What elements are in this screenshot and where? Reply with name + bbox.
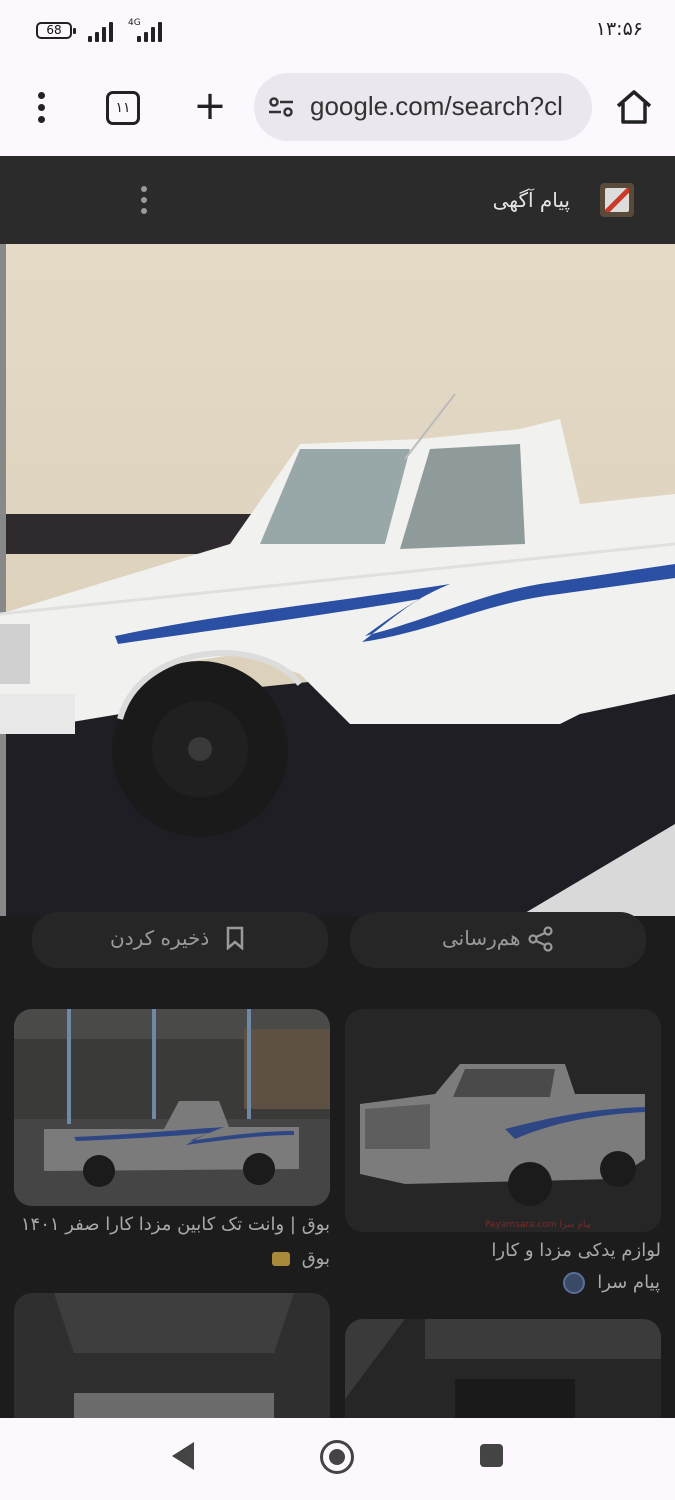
source-favicon-icon (271, 1252, 290, 1266)
result-thumbnail[interactable]: Payamsara.com پیام سرا (345, 1009, 661, 1232)
result-source[interactable]: پیام سرا (563, 1272, 660, 1294)
save-button[interactable]: ذخیره کردن (32, 912, 328, 968)
share-button[interactable]: هم‌رسانی (350, 912, 646, 968)
home-icon[interactable] (614, 87, 654, 127)
more-options-icon[interactable] (138, 186, 150, 219)
result-source-label: پیام سرا (597, 1272, 660, 1293)
result-2-image: Payamsara.com پیام سرا (345, 1009, 661, 1232)
result-thumbnail[interactable] (14, 1293, 330, 1433)
truck-photo (0, 244, 675, 916)
svg-text:Payamsara.com پیام سرا: Payamsara.com پیام سرا (485, 1220, 591, 1230)
url-text[interactable]: google.com/search?cl (310, 91, 563, 122)
globe-icon (563, 1272, 586, 1294)
back-icon[interactable] (172, 1442, 194, 1470)
result-1-image (14, 1009, 330, 1206)
save-label: ذخیره کردن (110, 926, 210, 950)
address-bar[interactable]: google.com/search?cl (254, 73, 592, 141)
share-label: هم‌رسانی (442, 926, 521, 950)
browser-toolbar: ۱۱ + google.com/search?cl (0, 62, 675, 156)
recent-apps-icon[interactable] (480, 1444, 503, 1467)
home-button-icon[interactable] (320, 1440, 354, 1474)
result-3-image (14, 1293, 330, 1433)
battery-indicator: 68 (36, 22, 76, 39)
related-results: بوق | وانت تک کابین مزدا کارا صفر ۱۴۰۱ ب… (0, 968, 675, 1439)
system-navigation-bar (0, 1418, 675, 1500)
result-source-label: بوق (301, 1248, 330, 1269)
source-name[interactable]: پیام آگهی (493, 188, 570, 212)
new-tab-icon[interactable]: + (190, 84, 230, 130)
browser-menu-icon[interactable] (28, 92, 54, 128)
image-viewer-header: پیام آگهی (0, 156, 675, 244)
main-truck-image[interactable] (0, 244, 675, 916)
site-settings-icon[interactable] (268, 97, 294, 117)
result-title[interactable]: لوازم یدکی مزدا و کارا (345, 1240, 661, 1261)
signal-4g-icon (137, 20, 167, 42)
clock: ۱۳:۵۶ (595, 18, 643, 40)
result-title[interactable]: بوق | وانت تک کابین مزدا کارا صفر ۱۴۰۱ (14, 1214, 330, 1235)
status-bar: 68 4G ۱۳:۵۶ (0, 0, 675, 62)
result-thumbnail[interactable] (14, 1009, 330, 1206)
bookmark-icon (226, 926, 244, 950)
tab-switcher-button[interactable]: ۱۱ (106, 91, 140, 125)
source-logo[interactable] (600, 183, 634, 217)
signal-icon (88, 20, 118, 42)
share-icon (528, 926, 553, 952)
result-source[interactable]: بوق (271, 1248, 330, 1269)
